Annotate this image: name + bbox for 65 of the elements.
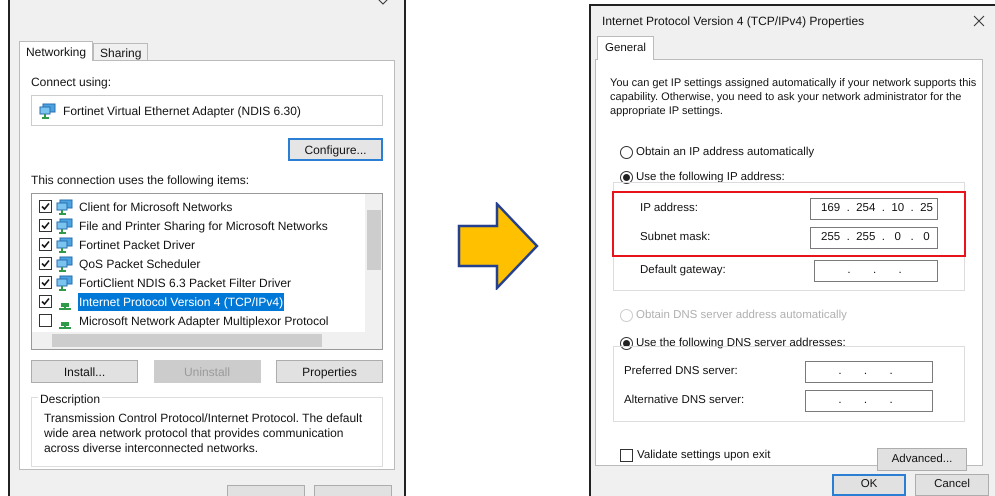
checkbox[interactable] [620, 449, 633, 462]
section-label: This connection uses the following items: [31, 172, 250, 189]
network-icon [58, 322, 72, 328]
list-item[interactable]: Microsoft Network Adapter Multiplexor Protocol [78, 312, 330, 330]
checkmark-icon [41, 297, 50, 306]
window-title: Internet Protocol Version 4 (TCP/IPv4) Properties [602, 12, 864, 30]
horizontal-scrollbar[interactable] [32, 332, 382, 349]
radio-button[interactable] [620, 171, 633, 184]
checkbox[interactable] [39, 200, 52, 213]
tab[interactable]: Sharing [93, 43, 148, 60]
checkbox[interactable] [39, 295, 52, 308]
radio-label: Obtain DNS server address automatically [636, 308, 847, 322]
intro-text: You can get IP settings assigned automatically if your network supports this capability. Otherwise, you need to ask your network administrator for the appropriate IP settings. [610, 76, 978, 118]
vertical-scrollbar[interactable] [365, 194, 382, 332]
field-label: Default gateway: [640, 263, 727, 278]
field-label: Alternative DNS server: [624, 392, 746, 408]
action-button[interactable]: Install... [31, 360, 138, 383]
ip-address-field[interactable]: . . . [814, 260, 938, 282]
radio-button[interactable] [620, 146, 633, 160]
network-icon [56, 236, 74, 252]
network-icon [56, 256, 74, 272]
advanced-button[interactable]: Advanced... [877, 448, 967, 471]
network-icon [56, 218, 74, 234]
action-button[interactable]: Properties [276, 360, 383, 383]
dialog-button[interactable]: Cancel [915, 474, 989, 496]
ip-address-field[interactable]: . . . [805, 390, 933, 412]
network-icon [56, 198, 74, 214]
checkbox-label: Validate settings upon exit [637, 448, 770, 463]
adapter-name: Fortinet Virtual Ethernet Adapter (NDIS 6.30) [63, 102, 301, 120]
checkbox[interactable] [39, 219, 52, 232]
field-label: Preferred DNS server: [624, 364, 739, 379]
field-label: Subnet mask: [640, 230, 712, 246]
configure-button[interactable]: Configure... [288, 138, 383, 161]
list-item[interactable]: File and Printer Sharing for Microsoft Networks [78, 216, 329, 234]
radio-label: Use the following DNS server addresses: [636, 336, 846, 351]
radio-button[interactable] [620, 336, 633, 350]
checkmark-icon [41, 278, 50, 287]
right-arrow-icon [456, 202, 538, 290]
section-label: Connect using: [31, 74, 112, 91]
radio-label: Obtain an IP address automatically [636, 145, 814, 160]
network-icon [56, 274, 74, 290]
list-item[interactable]: FortiClient NDIS 6.3 Packet Filter Driver [78, 274, 292, 292]
checkmark-icon [41, 221, 50, 230]
dialog-button[interactable]: OK [832, 474, 906, 496]
radio-label: Use the following IP address: [636, 170, 785, 186]
checkbox[interactable] [39, 238, 52, 251]
list-item[interactable]: Client for Microsoft Networks [78, 198, 234, 216]
network-icon [58, 302, 72, 310]
tab[interactable]: General [597, 36, 654, 60]
description-text: Transmission Control Protocol/Internet Protocol. The default wide area network protocol that provides communication across diverse interconnected networks. [44, 411, 364, 456]
list-item[interactable]: QoS Packet Scheduler [78, 254, 202, 272]
checkmark-icon [41, 240, 50, 249]
list-item[interactable]: Fortinet Packet Driver [78, 236, 196, 254]
field-label: IP address: [640, 201, 699, 216]
checkbox[interactable] [39, 257, 52, 270]
checkmark-icon [41, 202, 50, 211]
checkbox[interactable] [39, 314, 52, 327]
checkmark-icon [41, 259, 50, 268]
ip-address-field[interactable]: 169 . 254 . 10 . 25 [810, 198, 938, 220]
tab[interactable]: Networking [19, 41, 94, 61]
network-icon [39, 102, 57, 118]
ip-address-field[interactable]: 255 . 255 . 0 . 0 [810, 227, 938, 249]
checkbox[interactable] [39, 276, 52, 289]
ip-address-field[interactable]: . . . [805, 360, 933, 382]
list-item[interactable]: Internet Protocol Version 4 (TCP/IPv4) [78, 292, 284, 310]
